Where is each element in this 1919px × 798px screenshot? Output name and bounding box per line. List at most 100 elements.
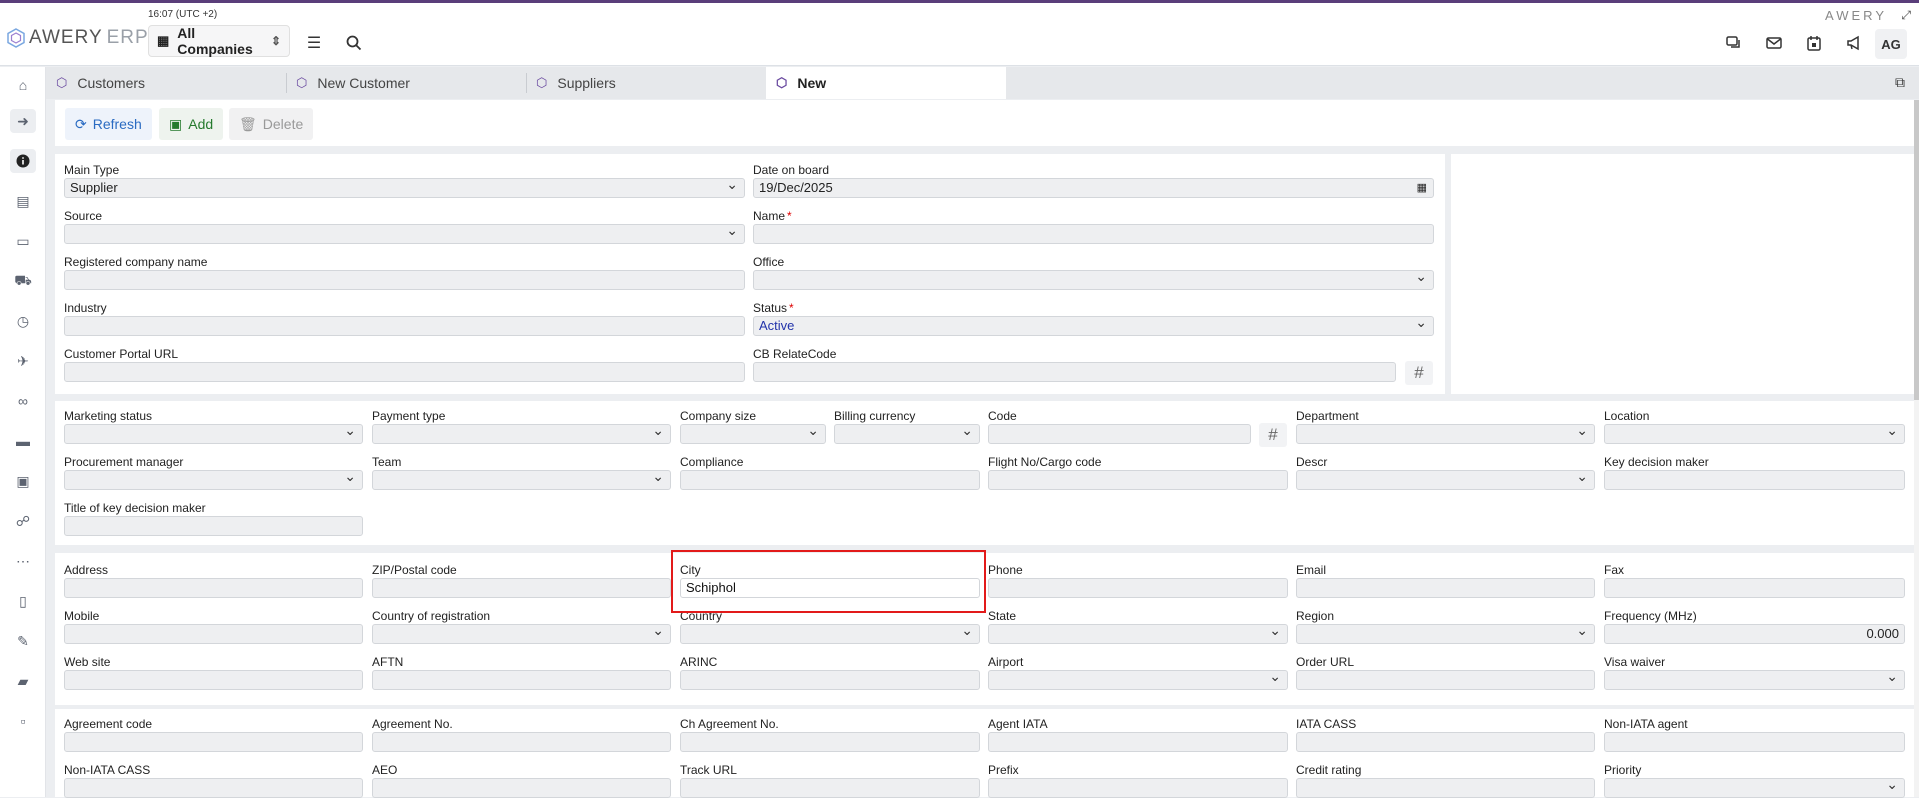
country-registration-select[interactable] (372, 624, 671, 644)
agreement-code-input[interactable] (64, 732, 363, 752)
truck-icon[interactable]: ⛟ (10, 269, 36, 293)
menu-icon[interactable]: ☰ (304, 33, 324, 53)
clock-icon[interactable]: ◷ (10, 309, 36, 333)
delete-button[interactable]: 🗑 Delete (229, 108, 314, 140)
aeo-input[interactable] (372, 778, 671, 798)
credit-rating-input[interactable] (1296, 778, 1595, 798)
link-icon[interactable]: ∞ (10, 389, 36, 413)
field-label: Marketing status (64, 409, 153, 423)
generate-code-button[interactable]: # (1405, 361, 1433, 385)
status-select[interactable]: Active (753, 316, 1434, 336)
location-select[interactable] (1604, 424, 1905, 444)
search-icon[interactable] (344, 33, 364, 53)
registered-company-name-input[interactable] (64, 270, 745, 290)
billing-currency-select[interactable] (834, 424, 980, 444)
descr-select[interactable] (1296, 470, 1595, 490)
mail-icon[interactable] (1764, 33, 1784, 53)
window-restore-icon[interactable]: ⧉ (1895, 74, 1905, 91)
image-panel (1451, 154, 1915, 394)
briefcase-icon[interactable]: ▰ (10, 669, 36, 693)
field-label: Order URL (1296, 655, 1355, 669)
team-select[interactable] (372, 470, 671, 490)
cb-relatecode-input[interactable] (753, 362, 1396, 382)
tab-suppliers[interactable]: ⬡ Suppliers (526, 67, 766, 99)
arinc-input[interactable] (680, 670, 980, 690)
signature-icon[interactable]: ✎ (10, 629, 36, 653)
contact-card-icon[interactable]: ▤ (10, 189, 36, 213)
plane-icon[interactable]: ✈ (10, 349, 36, 373)
name-input[interactable] (753, 224, 1434, 244)
comments-icon[interactable]: ☍ (10, 509, 36, 533)
non-iata-cass-input[interactable] (64, 778, 363, 798)
code-input[interactable] (988, 424, 1251, 444)
fullscreen-icon[interactable]: ⤢ (1901, 8, 1911, 23)
user-avatar[interactable]: AG (1875, 29, 1907, 59)
ch-agreement-no-input[interactable] (680, 732, 980, 752)
phone-input[interactable] (988, 578, 1288, 598)
app-logo[interactable]: AWERY ERP (6, 27, 149, 49)
mobile-input[interactable] (64, 624, 363, 644)
arinc-field: ARINC (680, 654, 980, 690)
refresh-button[interactable]: ⟳ Refresh (65, 108, 152, 140)
state-field: State (988, 608, 1288, 644)
main-type-select[interactable]: Supplier (64, 178, 745, 198)
fax-input[interactable] (1604, 578, 1905, 598)
date-on-board-input[interactable]: 19/Dec/2025 ▦ (753, 178, 1434, 198)
customer-portal-url-input[interactable] (64, 362, 745, 382)
megaphone-icon[interactable] (1844, 33, 1864, 53)
country-select[interactable] (680, 624, 980, 644)
non-iata-agent-input[interactable] (1604, 732, 1905, 752)
tab-new[interactable]: ⬡ New (766, 67, 1006, 99)
agent-iata-input[interactable] (988, 732, 1288, 752)
address-input[interactable] (64, 578, 363, 598)
credit-card-icon[interactable]: ▬ (10, 429, 36, 453)
calendar-icon[interactable] (1804, 33, 1824, 53)
document-icon[interactable]: ▯ (10, 589, 36, 613)
source-select[interactable] (64, 224, 745, 244)
iata-cass-input[interactable] (1296, 732, 1595, 752)
agreement-no-input[interactable] (372, 732, 671, 752)
marketing-status-select[interactable] (64, 424, 363, 444)
industry-input[interactable] (64, 316, 745, 336)
company-selector[interactable]: ▦ All Companies ⇕ (148, 25, 290, 57)
airport-select[interactable] (988, 670, 1288, 690)
add-button[interactable]: ▣ Add (159, 108, 224, 140)
field-label: Compliance (680, 455, 744, 469)
priority-select[interactable] (1604, 778, 1905, 798)
id-card-icon[interactable]: ▭ (10, 229, 36, 253)
tab-new-customer[interactable]: ⬡ New Customer (286, 67, 526, 99)
chat-icon[interactable] (1724, 33, 1744, 53)
aftn-input[interactable] (372, 670, 671, 690)
visa-waiver-select[interactable] (1604, 670, 1905, 690)
home-icon[interactable]: ⌂ (10, 73, 36, 97)
tab-customers[interactable]: ⬡ Customers (46, 67, 286, 99)
vcard-icon[interactable]: ▣ (10, 469, 36, 493)
department-select[interactable] (1296, 424, 1595, 444)
state-select[interactable] (988, 624, 1288, 644)
zip-input[interactable] (372, 578, 671, 598)
compliance-input[interactable] (680, 470, 980, 490)
region-select[interactable] (1296, 624, 1595, 644)
company-size-select[interactable] (680, 424, 826, 444)
key-decision-maker-input[interactable] (1604, 470, 1905, 490)
flight-no-input[interactable] (988, 470, 1288, 490)
title-key-decision-maker-input[interactable] (64, 516, 363, 536)
track-url-input[interactable] (680, 778, 980, 798)
ellipsis-box-icon[interactable]: ⋯ (10, 549, 36, 573)
file-icon[interactable]: ▫ (10, 709, 36, 733)
email-input[interactable] (1296, 578, 1595, 598)
frequency-input[interactable]: 0.000 (1604, 624, 1905, 644)
generate-code-button[interactable]: # (1259, 423, 1287, 447)
procurement-manager-select[interactable] (64, 470, 363, 490)
prefix-input[interactable] (988, 778, 1288, 798)
office-select[interactable] (753, 270, 1434, 290)
field-label: ZIP/Postal code (372, 563, 457, 577)
payment-type-select[interactable] (372, 424, 671, 444)
order-url-input[interactable] (1296, 670, 1595, 690)
arrow-right-icon[interactable]: ➜ (10, 109, 36, 133)
visa-waiver-field: Visa waiver (1604, 654, 1905, 690)
scrollbar-thumb[interactable] (1914, 100, 1919, 400)
web-site-input[interactable] (64, 670, 363, 690)
calendar-icon[interactable]: ▦ (1417, 179, 1427, 197)
info-icon[interactable] (10, 149, 36, 173)
